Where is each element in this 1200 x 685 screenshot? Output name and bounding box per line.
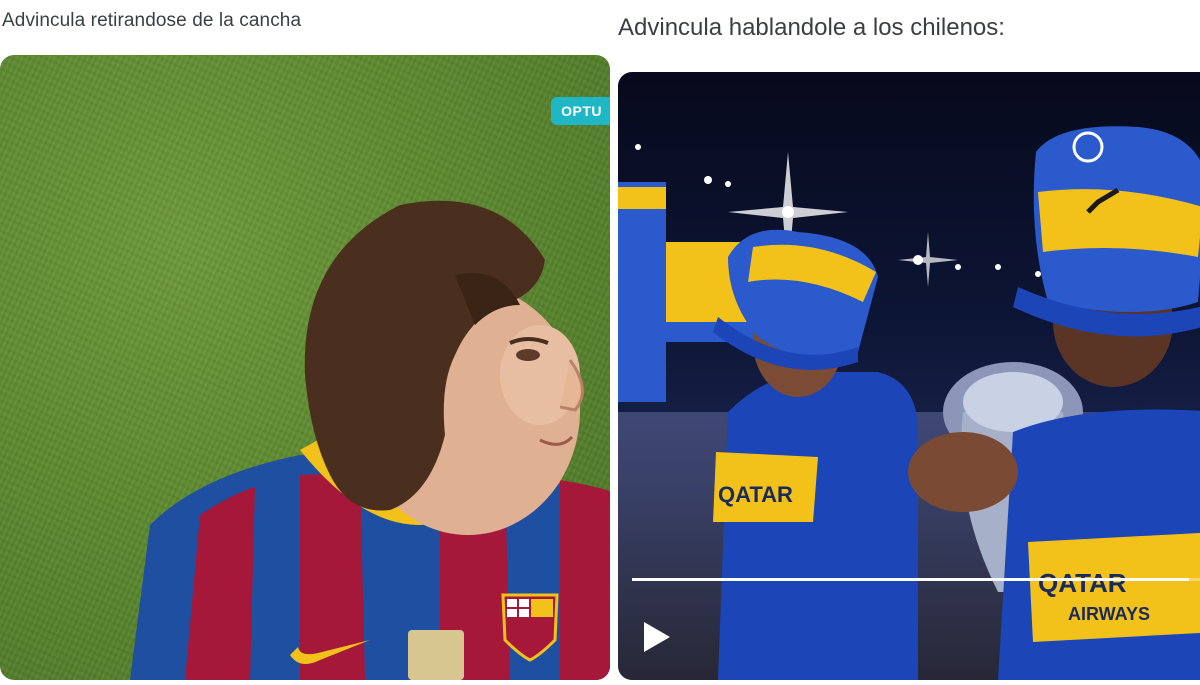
play-icon bbox=[644, 622, 670, 652]
player-photo[interactable]: OPTU bbox=[0, 55, 610, 680]
video-frame: QATAR QATAR AIRWAYS bbox=[618, 126, 1200, 680]
right-tweet: Advincula hablandole a los chilenos: QAT… bbox=[612, 0, 1200, 685]
player-figure bbox=[130, 200, 610, 680]
video-progress-fill bbox=[632, 578, 1189, 581]
video-player[interactable]: QATAR QATAR AIRWAYS bbox=[618, 72, 1200, 680]
champions-badge-icon bbox=[408, 630, 464, 680]
jersey-sponsor-text: QATAR bbox=[718, 482, 793, 507]
boca-player-middle: QATAR bbox=[713, 229, 918, 680]
jersey-sponsor-text-right: QATAR bbox=[1038, 568, 1127, 598]
play-button[interactable] bbox=[642, 620, 672, 654]
broadcast-watermark: OPTU bbox=[551, 97, 610, 125]
left-tweet-caption: Advincula retirandose de la cancha bbox=[2, 10, 302, 31]
right-tweet-caption: Advincula hablandole a los chilenos: bbox=[618, 14, 1005, 41]
left-tweet: Advincula retirandose de la cancha OPTU bbox=[0, 0, 612, 685]
video-progress-bar[interactable] bbox=[632, 578, 1200, 581]
svg-text:AIRWAYS: AIRWAYS bbox=[1068, 604, 1150, 624]
